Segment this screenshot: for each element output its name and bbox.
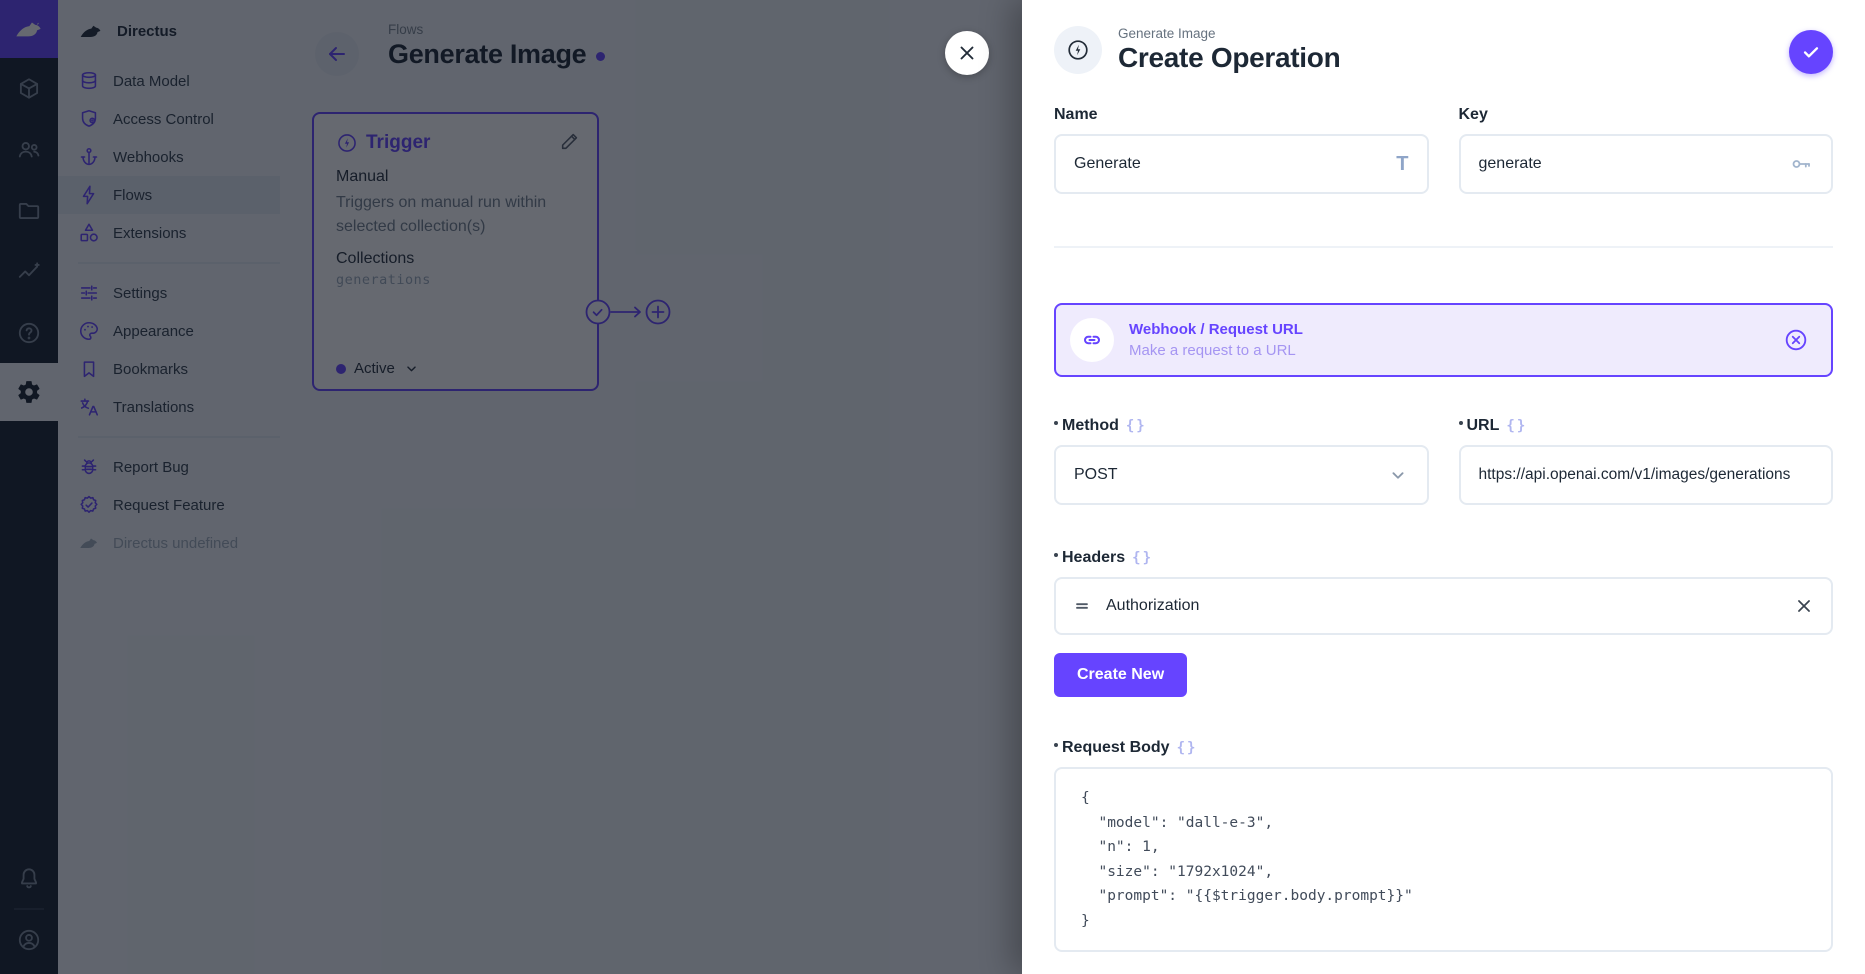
title-format-icon[interactable]: T [1396, 153, 1408, 176]
key-label: Key [1459, 106, 1834, 124]
key-field-group: Key [1459, 106, 1834, 194]
required-dot [1054, 743, 1058, 747]
interpolation-icon[interactable]: {} [1506, 418, 1527, 434]
drag-handle-icon[interactable] [1072, 596, 1092, 616]
close-icon [956, 42, 978, 64]
required-dot [1054, 421, 1058, 425]
remove-header-button[interactable] [1793, 595, 1815, 617]
drawer-overlay[interactable] [0, 0, 1022, 974]
url-label: URL {} [1459, 417, 1834, 435]
close-icon [1793, 595, 1815, 617]
interpolation-icon[interactable]: {} [1132, 550, 1153, 566]
required-dot [1459, 421, 1463, 425]
name-field-group: Name T [1054, 106, 1429, 194]
operation-type-title: Webhook / Request URL [1129, 321, 1303, 338]
drawer-header: Generate Image Create Operation [1054, 26, 1833, 74]
save-operation-button[interactable] [1789, 30, 1833, 74]
required-dot [1054, 553, 1058, 557]
method-select[interactable]: POST [1054, 445, 1429, 505]
close-drawer-button[interactable] [945, 31, 989, 75]
drawer-title: Create Operation [1118, 42, 1340, 74]
app: Directus Data Model Access Control Webho… [0, 0, 1865, 974]
bolt-circle-icon [1066, 38, 1090, 62]
webhook-icon-circle [1070, 318, 1114, 362]
request-body-label: Request Body {} [1054, 739, 1833, 757]
check-icon [1800, 41, 1822, 63]
name-input-wrap: T [1054, 134, 1429, 194]
headers-label: Headers {} [1054, 549, 1833, 567]
method-value: POST [1074, 466, 1387, 484]
header-row [1054, 577, 1833, 635]
method-label: Method {} [1054, 417, 1429, 435]
headers-section: Headers {} Create New [1054, 549, 1833, 697]
link-icon [1080, 328, 1104, 352]
url-input-wrap [1459, 445, 1834, 505]
interpolation-icon[interactable]: {} [1126, 418, 1147, 434]
url-field-group: URL {} [1459, 417, 1834, 505]
name-input[interactable] [1074, 155, 1396, 173]
drawer-breadcrumb: Generate Image [1118, 26, 1340, 41]
drawer-divider [1054, 246, 1833, 248]
interpolation-icon[interactable]: {} [1177, 740, 1198, 756]
create-new-header-button[interactable]: Create New [1054, 653, 1187, 697]
request-body-section: Request Body {} { "model": "dall-e-3", "… [1054, 739, 1833, 952]
url-input[interactable] [1479, 466, 1814, 484]
key-input[interactable] [1479, 155, 1790, 173]
chevron-down-icon [1387, 464, 1409, 486]
name-label: Name [1054, 106, 1429, 124]
operation-icon-button[interactable] [1054, 26, 1102, 74]
header-key-input[interactable] [1106, 597, 1779, 615]
request-body-editor[interactable]: { "model": "dall-e-3", "n": 1, "size": "… [1054, 767, 1833, 952]
deselect-operation-type-button[interactable] [1783, 327, 1809, 353]
operation-type-card[interactable]: Webhook / Request URL Make a request to … [1054, 303, 1833, 377]
method-field-group: Method {} POST [1054, 417, 1429, 505]
cancel-circle-icon [1783, 327, 1809, 353]
operation-type-subtitle: Make a request to a URL [1129, 342, 1303, 359]
key-icon [1789, 152, 1813, 176]
create-operation-drawer: Generate Image Create Operation Name T K… [1022, 0, 1865, 974]
key-input-wrap [1459, 134, 1834, 194]
